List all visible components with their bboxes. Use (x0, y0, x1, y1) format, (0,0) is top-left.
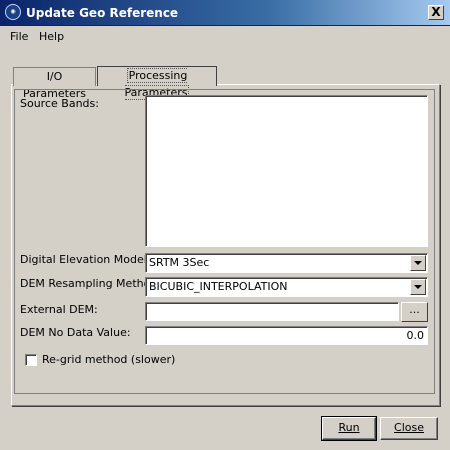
run-label: Run (338, 421, 360, 434)
source-bands-label: Source Bands: (20, 97, 99, 110)
dem-label: Digital Elevation Model: (20, 253, 151, 266)
tab-io-parameters[interactable]: I/O Parameters (13, 67, 96, 100)
nodata-label: DEM No Data Value: (20, 326, 131, 339)
resampling-label: DEM Resampling Method: (20, 277, 162, 290)
source-bands-list[interactable] (145, 95, 428, 247)
dem-select[interactable]: SRTM 3Sec (145, 253, 428, 273)
resampling-value: BICUBIC_INTERPOLATION (149, 280, 288, 293)
title-bar: ◉ Update Geo Reference X (0, 0, 450, 26)
dem-value: SRTM 3Sec (149, 256, 210, 269)
run-button[interactable]: Run (321, 416, 377, 441)
regrid-label: Re-grid method (slower) (42, 353, 176, 366)
regrid-checkbox[interactable] (25, 354, 37, 366)
window-title: Update Geo Reference (26, 6, 179, 20)
menu-help[interactable]: Help (39, 30, 64, 43)
globe-app-icon: ◉ (5, 4, 21, 20)
close-button[interactable]: Close (380, 417, 438, 440)
external-dem-label: External DEM: (20, 303, 98, 316)
window-close-button[interactable]: X (428, 5, 444, 20)
external-dem-field[interactable] (145, 302, 399, 321)
nodata-field[interactable]: 0.0 (145, 326, 428, 345)
close-label: Close (394, 421, 424, 434)
menu-bar: File Help (0, 27, 450, 47)
menu-file[interactable]: File (10, 30, 28, 43)
chevron-down-icon[interactable] (410, 279, 426, 295)
tab-processing-parameters[interactable]: Processing Parameters (97, 66, 217, 100)
browse-button[interactable]: ... (401, 302, 428, 322)
chevron-down-icon[interactable] (410, 255, 426, 271)
resampling-select[interactable]: BICUBIC_INTERPOLATION (145, 277, 428, 297)
